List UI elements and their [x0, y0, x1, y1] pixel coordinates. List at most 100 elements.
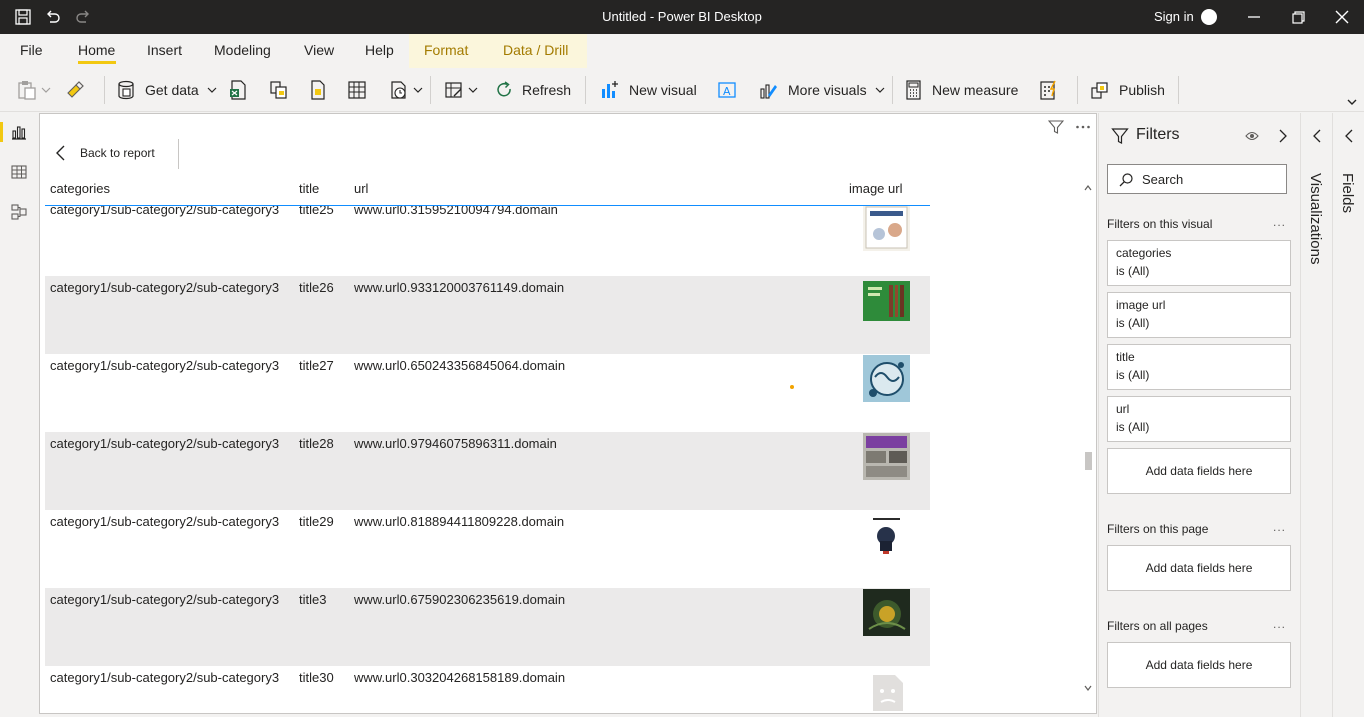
- cell-title: title30: [299, 670, 334, 685]
- get-data-label: Get data: [145, 82, 199, 98]
- filter-card-title[interactable]: title is (All): [1107, 344, 1291, 390]
- filters-search-input[interactable]: Search: [1107, 164, 1287, 194]
- publish-label: Publish: [1119, 82, 1165, 98]
- column-header-image-url[interactable]: image url: [849, 181, 902, 196]
- report-canvas: Back to report categories title url imag…: [39, 113, 1097, 714]
- column-header-title[interactable]: title: [299, 181, 319, 196]
- data-view-icon[interactable]: [10, 163, 28, 181]
- chevron-left-icon: [56, 145, 65, 161]
- format-painter-button[interactable]: [64, 78, 86, 102]
- tab-format[interactable]: Format: [424, 42, 468, 58]
- refresh-label: Refresh: [522, 82, 572, 98]
- album-cover-send-in-clowns: [863, 433, 910, 480]
- report-view-icon[interactable]: [10, 123, 28, 141]
- transform-data-icon: [445, 82, 462, 98]
- quick-measure-button[interactable]: [1038, 78, 1060, 102]
- ribbon-separator: [1178, 76, 1179, 104]
- new-visual-button[interactable]: New visual: [599, 78, 697, 102]
- avatar[interactable]: [1201, 9, 1217, 25]
- dataset-button[interactable]: [267, 78, 289, 102]
- scroll-thumb[interactable]: [1085, 452, 1092, 470]
- restore-icon[interactable]: [1288, 7, 1308, 27]
- more-options-icon[interactable]: ...: [1273, 617, 1286, 631]
- table-row[interactable]: category1/sub-category2/sub-category3 ti…: [45, 666, 930, 713]
- back-to-report-button[interactable]: Back to report: [54, 144, 155, 162]
- column-header-url[interactable]: url: [354, 181, 368, 196]
- filter-card-url[interactable]: url is (All): [1107, 396, 1291, 442]
- collapse-ribbon-icon[interactable]: [1346, 98, 1358, 108]
- chevron-right-icon[interactable]: [1277, 128, 1289, 144]
- more-options-icon[interactable]: ...: [1273, 215, 1286, 229]
- table-row[interactable]: category1/sub-category2/sub-category3 ti…: [45, 588, 930, 666]
- tab-home[interactable]: Home: [78, 42, 115, 58]
- sign-in-link[interactable]: Sign in: [1154, 9, 1194, 24]
- filter-card-image-url[interactable]: image url is (All): [1107, 292, 1291, 338]
- filter-icon[interactable]: [1048, 119, 1064, 135]
- excel-button[interactable]: [227, 78, 249, 102]
- visualizations-label[interactable]: Visualizations: [1307, 173, 1324, 264]
- transform-data-button[interactable]: [443, 78, 478, 102]
- scroll-up-icon[interactable]: [1083, 184, 1093, 192]
- filter-state: is (All): [1116, 316, 1150, 330]
- tab-file[interactable]: File: [20, 42, 43, 58]
- more-visuals-button[interactable]: More visuals: [758, 78, 885, 102]
- minimize-icon[interactable]: [1244, 7, 1264, 27]
- chevron-left-icon[interactable]: [1343, 128, 1355, 144]
- tab-data-drill[interactable]: Data / Drill: [503, 42, 568, 58]
- focus-dot: [790, 385, 794, 389]
- paste-icon: [18, 81, 36, 100]
- filter-card-categories[interactable]: categories is (All): [1107, 240, 1291, 286]
- dataset-icon: [270, 81, 287, 99]
- table-row[interactable]: category1/sub-category2/sub-category3 ti…: [45, 276, 930, 354]
- add-report-filter-well[interactable]: Add data fields here: [1107, 642, 1291, 688]
- cell-category: category1/sub-category2/sub-category3: [50, 592, 280, 607]
- table-scrollbar[interactable]: [1083, 184, 1093, 694]
- table-row[interactable]: category1/sub-category2/sub-category3 ti…: [45, 510, 930, 588]
- ribbon-separator: [892, 76, 893, 104]
- cell-category: category1/sub-category2/sub-category3: [50, 436, 280, 451]
- filters-pane: Filters Search Filters on this visual ..…: [1098, 113, 1300, 717]
- visualizations-pane-collapsed[interactable]: Visualizations: [1300, 113, 1332, 717]
- text-box-button[interactable]: A: [716, 78, 738, 102]
- add-visual-filter-well[interactable]: Add data fields here: [1107, 448, 1291, 494]
- chevron-down-icon: [41, 87, 51, 93]
- filters-on-all-pages-heading: Filters on all pages: [1107, 619, 1208, 633]
- model-view-icon[interactable]: [10, 203, 28, 221]
- add-page-filter-well[interactable]: Add data fields here: [1107, 545, 1291, 591]
- filter-field: categories: [1116, 246, 1172, 260]
- new-measure-button[interactable]: New measure: [904, 78, 1018, 102]
- enter-data-button[interactable]: [346, 78, 368, 102]
- more-options-icon[interactable]: ...: [1273, 520, 1286, 534]
- fields-pane-collapsed[interactable]: Fields: [1332, 113, 1364, 717]
- recent-sources-button[interactable]: [388, 78, 423, 102]
- cell-url: www.url0.818894411809228.domain: [354, 514, 565, 529]
- close-icon[interactable]: [1332, 7, 1352, 27]
- chevron-left-icon[interactable]: [1311, 128, 1323, 144]
- dataflows-button[interactable]: [307, 78, 329, 102]
- cell-url: www.url0.675902306235619.domain: [354, 592, 566, 607]
- eye-icon[interactable]: [1245, 130, 1259, 142]
- recent-sources-icon: [391, 81, 406, 99]
- publish-button[interactable]: Publish: [1089, 78, 1165, 102]
- column-header-categories[interactable]: categories: [50, 181, 110, 196]
- tab-view[interactable]: View: [304, 42, 334, 58]
- view-switcher: [0, 112, 38, 717]
- tab-insert[interactable]: Insert: [147, 42, 182, 58]
- ribbon-separator: [430, 76, 431, 104]
- fields-label[interactable]: Fields: [1339, 173, 1356, 213]
- tab-modeling[interactable]: Modeling: [214, 42, 271, 58]
- excel-icon: [230, 80, 246, 100]
- table-row[interactable]: category1/sub-category2/sub-category3 ti…: [45, 432, 930, 510]
- get-data-button[interactable]: Get data: [115, 78, 217, 102]
- scroll-down-icon[interactable]: [1083, 684, 1093, 692]
- album-cover-mamma-mia: [863, 206, 910, 251]
- ribbon-separator: [585, 76, 586, 104]
- table-body: category1/sub-category2/sub-category3 ti…: [45, 206, 930, 713]
- more-options-icon[interactable]: [1075, 119, 1091, 135]
- table-row[interactable]: category1/sub-category2/sub-category3 ti…: [45, 354, 930, 432]
- table-row[interactable]: category1/sub-category2/sub-category3 ti…: [45, 206, 930, 276]
- tab-help[interactable]: Help: [365, 42, 394, 58]
- database-icon: [118, 80, 134, 100]
- paste-button[interactable]: [16, 78, 51, 102]
- refresh-button[interactable]: Refresh: [494, 78, 571, 102]
